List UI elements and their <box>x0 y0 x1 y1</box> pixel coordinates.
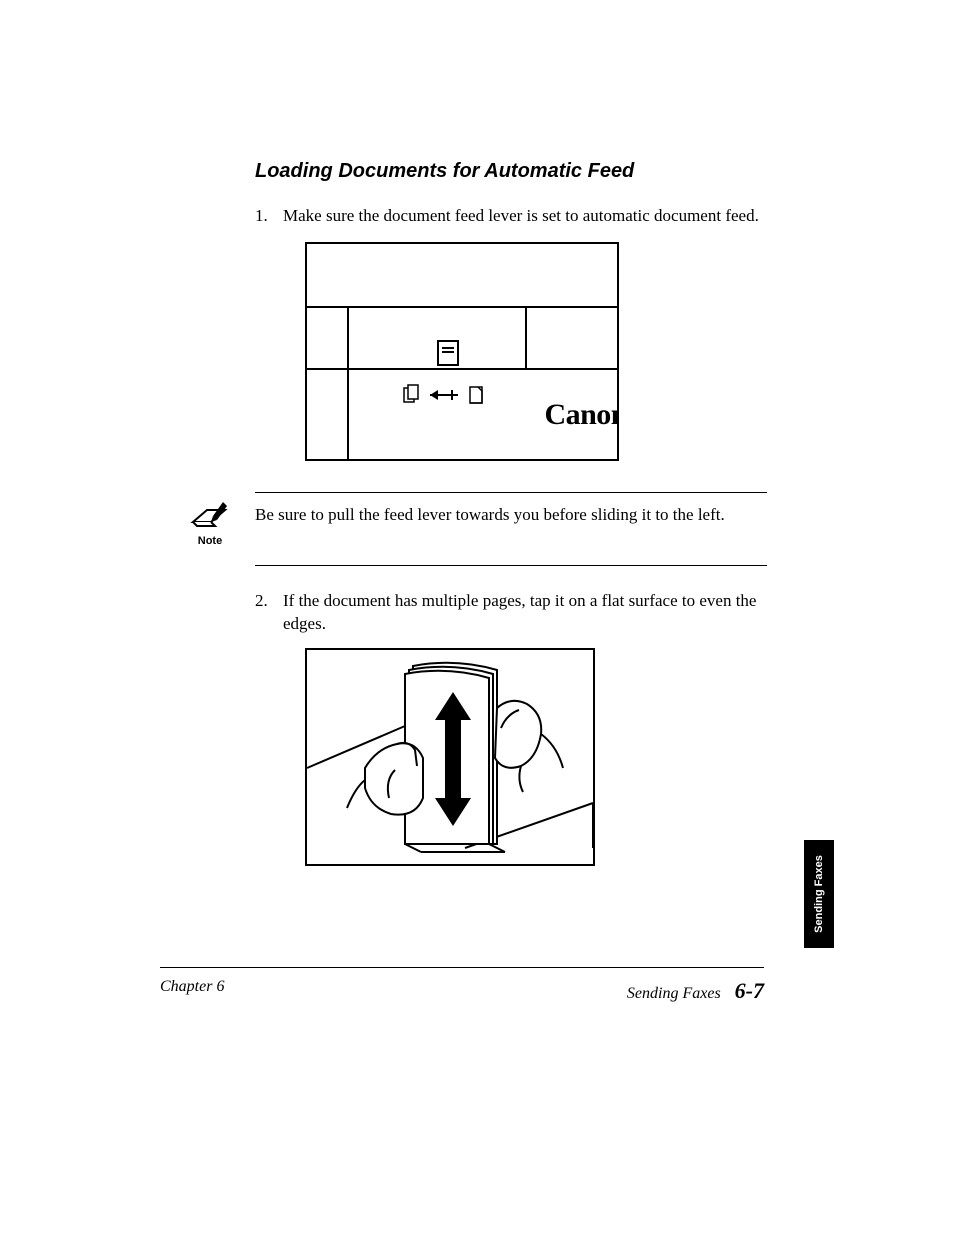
step-text: Make sure the document feed lever is set… <box>283 205 765 228</box>
page-footer: Chapter 6 Sending Faxes 6-7 <box>160 978 764 1004</box>
note-label: Note <box>182 535 238 547</box>
lever-direction-icons <box>402 384 492 412</box>
main-content: Loading Documents for Automatic Feed 1. … <box>255 160 765 485</box>
figure-feed-lever: Canon <box>305 242 619 461</box>
figure-tap-pages <box>305 648 595 866</box>
step-number: 1. <box>255 205 283 228</box>
lever-symbols-icon <box>402 384 492 406</box>
feed-lever-icon <box>437 340 459 366</box>
step-text: If the document has multiple pages, tap … <box>283 590 765 636</box>
note-block: Note Be sure to pull the feed lever towa… <box>182 492 767 566</box>
note-icon: Note <box>182 498 238 547</box>
section-tab: Sending Faxes <box>804 840 834 948</box>
step-2-block: 2. If the document has multiple pages, t… <box>255 590 765 866</box>
footer-right: Sending Faxes 6-7 <box>627 978 764 1004</box>
footer-rule <box>160 967 764 968</box>
section-tab-label: Sending Faxes <box>813 855 825 933</box>
document-page: Loading Documents for Automatic Feed 1. … <box>0 0 954 1235</box>
footer-chapter: Chapter 6 <box>160 978 224 1004</box>
step-number: 2. <box>255 590 283 636</box>
footer-section: Sending Faxes <box>627 985 721 1002</box>
section-heading: Loading Documents for Automatic Feed <box>255 160 765 183</box>
step-1: 1. Make sure the document feed lever is … <box>255 205 765 228</box>
page-number: 6-7 <box>735 978 764 1003</box>
step-2: 2. If the document has multiple pages, t… <box>255 590 765 636</box>
note-text: Be sure to pull the feed lever towards y… <box>255 492 767 566</box>
brand-logo: Canon <box>544 398 619 432</box>
